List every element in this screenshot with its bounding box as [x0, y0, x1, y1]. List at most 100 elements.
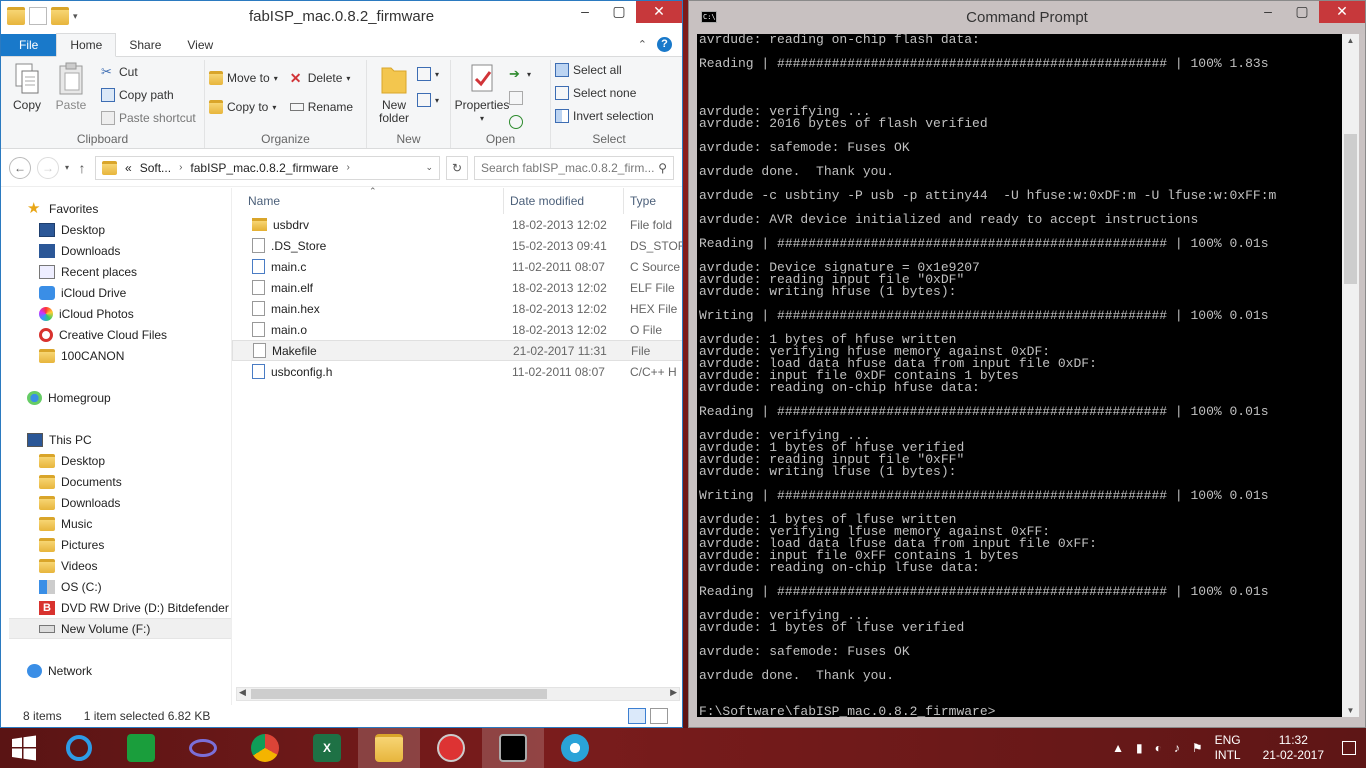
details-view-button[interactable] — [628, 708, 646, 724]
tab-home[interactable]: Home — [56, 33, 117, 57]
open-button[interactable]: ➔ ▾ — [509, 64, 531, 84]
language-indicator[interactable]: ENG INTL — [1215, 733, 1241, 763]
address-prefix[interactable]: « — [125, 161, 132, 175]
up-button[interactable]: ↑ — [75, 160, 89, 176]
maximize-button[interactable]: ▢ — [602, 1, 636, 23]
cmd-vertical-scrollbar[interactable]: ▲ ▼ — [1342, 34, 1359, 717]
file-row[interactable]: .DS_Store 15-02-2013 09:41 DS_STOR — [232, 235, 682, 256]
taskbar-chrome[interactable] — [234, 728, 296, 768]
taskbar-internet-explorer[interactable] — [48, 728, 110, 768]
nav-fav-creative-cloud[interactable]: Creative Cloud Files — [1, 324, 231, 345]
nav-fav-desktop[interactable]: Desktop — [1, 219, 231, 240]
file-row[interactable]: main.o 18-02-2013 12:02 O File — [232, 319, 682, 340]
address-dropdown-icon[interactable]: ⌄ — [425, 162, 433, 173]
nav-favorites[interactable]: ★ Favorites — [1, 198, 231, 219]
nav-fav-icloud-photos[interactable]: iCloud Photos — [1, 303, 231, 324]
file-row[interactable]: main.c 11-02-2011 08:07 C Source — [232, 256, 682, 277]
scroll-up-icon[interactable]: ▲ — [1342, 36, 1359, 45]
select-all-button[interactable]: Select all — [555, 60, 654, 80]
cmd-minimize-button[interactable]: – — [1251, 1, 1285, 23]
taskbar-command-prompt[interactable] — [482, 728, 544, 768]
edit-button[interactable] — [509, 88, 531, 108]
cmd-close-button[interactable]: ✕ — [1319, 1, 1365, 23]
network-tray-icon[interactable]: ◐ — [1155, 741, 1162, 755]
column-type[interactable]: Type — [624, 188, 682, 214]
invert-selection-button[interactable]: Invert selection — [555, 106, 654, 126]
file-row[interactable]: main.hex 18-02-2013 12:02 HEX File — [232, 298, 682, 319]
nav-fav-100canon[interactable]: 100CANON — [1, 345, 231, 366]
volume-icon[interactable]: ♪ — [1174, 741, 1180, 755]
taskbar-app-infinity[interactable] — [172, 728, 234, 768]
nav-pc-videos[interactable]: Videos — [1, 555, 231, 576]
file-row[interactable]: usbdrv 18-02-2013 12:02 File fold — [232, 214, 682, 235]
action-center-icon[interactable]: ⚑ — [1192, 741, 1203, 755]
easy-access-button[interactable]: ▾ — [417, 90, 439, 110]
nav-pc-pictures[interactable]: Pictures — [1, 534, 231, 555]
refresh-button[interactable]: ↻ — [446, 155, 468, 180]
recent-locations-icon[interactable]: ▾ — [65, 163, 69, 172]
back-button[interactable]: ← — [9, 156, 31, 179]
cut-button[interactable]: ✂ Cut — [101, 62, 196, 82]
scroll-left-icon[interactable]: ◀ — [239, 687, 246, 698]
taskbar-excel[interactable]: X — [296, 728, 358, 768]
horizontal-scrollbar[interactable]: ◀ ▶ — [236, 687, 680, 701]
console-area[interactable]: avrdude: reading on-chip flash data: Rea… — [697, 34, 1359, 717]
nav-fav-downloads[interactable]: Downloads — [1, 240, 231, 261]
move-to-button[interactable]: Move to ▾ — [209, 68, 278, 88]
delete-button[interactable]: ✕ Delete ▾ — [290, 68, 353, 88]
scroll-right-icon[interactable]: ▶ — [670, 687, 677, 698]
file-row[interactable]: main.elf 18-02-2013 12:02 ELF File — [232, 277, 682, 298]
minimize-button[interactable]: – — [568, 1, 602, 23]
cmd-maximize-button[interactable]: ▢ — [1285, 1, 1319, 23]
nav-pc-dvd-d[interactable]: B DVD RW Drive (D:) Bitdefender — [1, 597, 231, 618]
column-date-modified[interactable]: Date modified — [504, 188, 624, 214]
nav-pc-os-c[interactable]: OS (C:) — [1, 576, 231, 597]
nav-fav-icloud-drive[interactable]: iCloud Drive — [1, 282, 231, 303]
nav-fav-recent-places[interactable]: Recent places — [1, 261, 231, 282]
rename-button[interactable]: Rename — [289, 97, 353, 117]
tab-share[interactable]: Share — [116, 34, 174, 56]
scroll-down-icon[interactable]: ▼ — [1342, 706, 1359, 715]
nav-this-pc[interactable]: This PC — [1, 429, 231, 450]
address-bar[interactable]: « Soft... › fabISP_mac.0.8.2_firmware › … — [95, 155, 440, 180]
nav-pc-new-volume-f[interactable]: New Volume (F:) — [9, 618, 231, 639]
file-row-selected[interactable]: Makefile 21-02-2017 11:31 File — [232, 340, 682, 361]
taskbar-file-explorer[interactable] — [358, 728, 420, 768]
cmd-titlebar[interactable]: C:\ Command Prompt – ▢ ✕ — [689, 1, 1365, 34]
column-name[interactable]: Name — [232, 188, 504, 214]
help-icon[interactable]: ? — [657, 37, 672, 52]
show-desktop-button[interactable] — [1342, 741, 1356, 755]
nav-pc-documents[interactable]: Documents — [1, 471, 231, 492]
tab-view[interactable]: View — [174, 34, 226, 56]
copy-to-button[interactable]: Copy to ▾ — [209, 97, 278, 117]
large-icons-view-button[interactable] — [650, 708, 668, 724]
nav-pc-music[interactable]: Music — [1, 513, 231, 534]
select-none-button[interactable]: Select none — [555, 83, 654, 103]
cmd-scrollbar-thumb[interactable] — [1344, 134, 1357, 284]
signal-icon[interactable]: ▮ — [1136, 741, 1143, 755]
history-button[interactable] — [509, 112, 531, 132]
copy-path-button[interactable]: Copy path — [101, 85, 196, 105]
breadcrumb-separator[interactable]: › — [346, 162, 349, 173]
taskbar-store[interactable] — [110, 728, 172, 768]
breadcrumb-software[interactable]: Soft... — [140, 161, 171, 175]
breadcrumb-current[interactable]: fabISP_mac.0.8.2_firmware — [190, 161, 338, 175]
console-output[interactable]: avrdude: reading on-chip flash data: Rea… — [699, 34, 1341, 717]
forward-button[interactable]: → — [37, 156, 59, 179]
scrollbar-thumb[interactable] — [251, 689, 547, 699]
new-item-button[interactable]: ▾ — [417, 64, 439, 84]
nav-pc-downloads[interactable]: Downloads — [1, 492, 231, 513]
paste-shortcut-button[interactable]: Paste shortcut — [101, 108, 196, 128]
nav-network[interactable]: Network — [1, 660, 231, 681]
search-box[interactable]: Search fabISP_mac.0.8.2_firm... ⚲ — [474, 155, 674, 180]
nav-pc-desktop[interactable]: Desktop — [1, 450, 231, 471]
close-button[interactable]: ✕ — [636, 1, 682, 23]
file-row[interactable]: usbconfig.h 11-02-2011 08:07 C/C++ H — [232, 361, 682, 382]
start-button[interactable] — [0, 728, 48, 768]
collapse-ribbon-icon[interactable]: ⌃ — [638, 38, 647, 51]
show-hidden-icons-icon[interactable]: ▲ — [1112, 741, 1124, 755]
nav-homegroup[interactable]: Homegroup — [1, 387, 231, 408]
taskbar-app-flower[interactable] — [544, 728, 606, 768]
explorer-titlebar[interactable]: ▾ fabISP_mac.0.8.2_firmware – ▢ ✕ — [1, 1, 682, 33]
breadcrumb-separator[interactable]: › — [179, 162, 182, 173]
